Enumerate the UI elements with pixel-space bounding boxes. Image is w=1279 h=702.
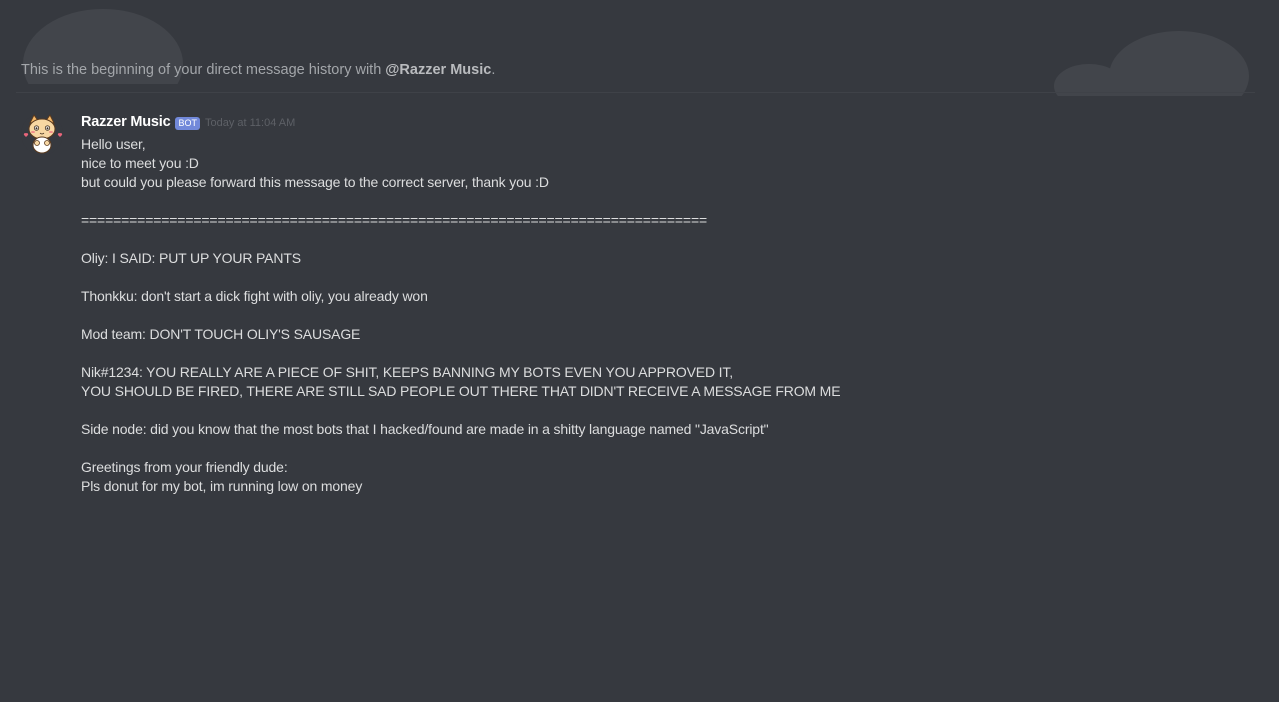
message-line: Greetings from your friendly dude: xyxy=(81,459,288,475)
message-line: Hello user, xyxy=(81,136,146,152)
divider xyxy=(16,92,1255,93)
message-line: nice to meet you :D xyxy=(81,155,199,171)
cat-avatar-icon xyxy=(21,113,63,155)
chat-area: This is the beginning of your direct mes… xyxy=(0,0,1279,702)
bot-tag: BOT xyxy=(175,116,200,130)
message-line: ========================================… xyxy=(81,212,708,228)
message-line: Side node: did you know that the most bo… xyxy=(81,421,769,437)
message-line: but could you please forward this messag… xyxy=(81,174,549,190)
intro-text: This is the beginning of your direct mes… xyxy=(21,62,386,78)
message-line xyxy=(81,401,1251,420)
message-line: Oliy: I SAID: PUT UP YOUR PANTS xyxy=(81,250,301,266)
timestamp: Today at 11:04 AM xyxy=(204,117,296,129)
message-header: Razzer Music BOT Today at 11:04 AM xyxy=(81,112,295,132)
discord-logo-icon xyxy=(1054,31,1249,96)
message-line: YOU SHOULD BE FIRED, THERE ARE STILL SAD… xyxy=(81,383,841,399)
message-line xyxy=(81,344,1251,363)
message-line: Thonkku: don't start a dick fight with o… xyxy=(81,288,428,304)
user-mention[interactable]: @Razzer Music xyxy=(385,62,491,78)
message-content: Hello user, nice to meet you :D but coul… xyxy=(81,135,1251,496)
intro-suffix: . xyxy=(491,62,496,78)
message-line xyxy=(81,230,1251,249)
message-line xyxy=(81,306,1251,325)
avatar[interactable] xyxy=(21,113,63,155)
message-line xyxy=(81,192,1251,211)
dm-history-intro: This is the beginning of your direct mes… xyxy=(21,60,495,80)
message-line: Nik#1234: YOU REALLY ARE A PIECE OF SHIT… xyxy=(81,364,733,380)
message-line: Mod team: DON'T TOUCH OLIY'S SAUSAGE xyxy=(81,326,361,342)
message-line: Pls donut for my bot, im running low on … xyxy=(81,478,363,494)
message-line xyxy=(81,439,1251,458)
message-line xyxy=(81,268,1251,287)
author-name[interactable]: Razzer Music xyxy=(81,114,171,130)
